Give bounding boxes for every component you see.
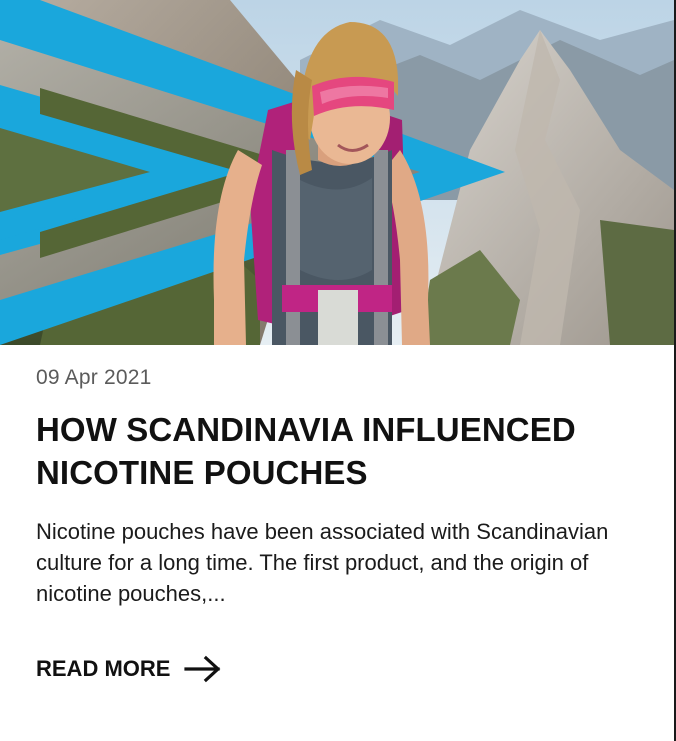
article-title[interactable]: HOW SCANDINAVIA INFLUENCED NICOTINE POUC… bbox=[36, 408, 636, 494]
read-more-label: READ MORE bbox=[36, 656, 171, 681]
article-date: 09 Apr 2021 bbox=[36, 366, 152, 389]
article-excerpt: Nicotine pouches have been associated wi… bbox=[36, 519, 609, 606]
read-more-link[interactable]: READ MORE bbox=[36, 655, 222, 683]
article-card[interactable]: 09 Apr 2021 HOW SCANDINAVIA INFLUENCED N… bbox=[0, 0, 676, 741]
article-hero-image[interactable] bbox=[0, 0, 674, 345]
arrow-right-icon bbox=[184, 655, 222, 683]
